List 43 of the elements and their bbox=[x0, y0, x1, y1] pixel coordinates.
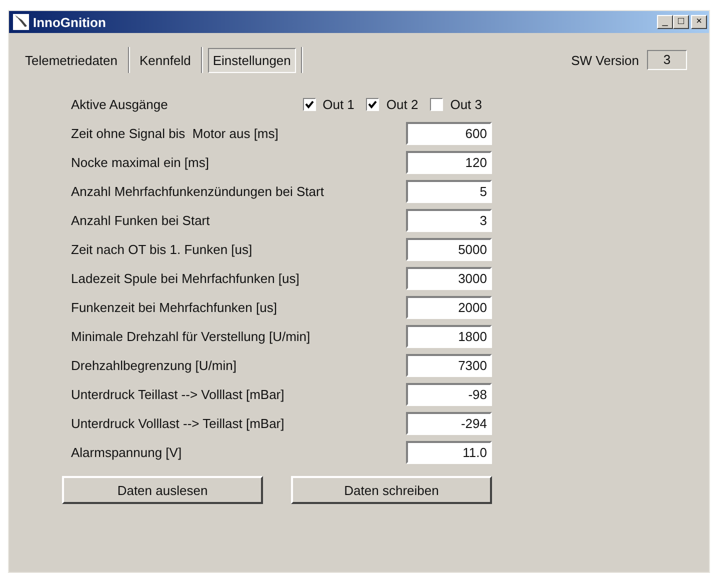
setting-label: Anzahl Funken bei Start bbox=[70, 213, 210, 228]
action-button[interactable]: Daten schreiben bbox=[291, 476, 492, 504]
setting-label: Minimale Drehzahl für Verstellung [U/min] bbox=[70, 329, 310, 344]
setting-label: Drehzahlbegrenzung [U/min] bbox=[70, 358, 236, 373]
input-field[interactable]: 11.0 bbox=[406, 441, 492, 464]
outputs-label: Aktive Ausgänge bbox=[70, 97, 168, 112]
sw-version-value: 3 bbox=[647, 50, 687, 70]
input-field[interactable]: 1800 bbox=[406, 325, 492, 348]
input-field[interactable]: -294 bbox=[406, 412, 492, 435]
checkbox-label: Out 1 bbox=[322, 97, 354, 112]
action-button[interactable]: Daten auslesen bbox=[62, 476, 263, 504]
setting-label: Alarmspannung [V] bbox=[70, 445, 182, 460]
maximize-button[interactable]: □ bbox=[673, 15, 689, 29]
sw-version-label: SW Version bbox=[571, 52, 639, 68]
setting-label: Nocke maximal ein [ms] bbox=[70, 155, 209, 170]
setting-label: Ladezeit Spule bei Mehrfachfunken [us] bbox=[70, 271, 300, 286]
setting-label: Unterdruck Teillast --> Volllast [mBar] bbox=[70, 387, 284, 402]
checkbox-label: Out 2 bbox=[386, 97, 418, 112]
setting-label: Funkenzeit bei Mehrfachfunken [us] bbox=[70, 300, 277, 315]
setting-label: Anzahl Mehrfachfunkenzündungen bei Start bbox=[70, 184, 324, 199]
setting-label: Unterdruck Volllast --> Teillast [mBar] bbox=[70, 416, 284, 431]
input-field[interactable]: 600 bbox=[406, 122, 492, 145]
input-field[interactable]: 5 bbox=[406, 180, 492, 203]
input-field[interactable]: 7300 bbox=[406, 354, 492, 377]
input-field[interactable]: -98 bbox=[406, 383, 492, 406]
input-field[interactable]: 120 bbox=[406, 151, 492, 174]
input-field[interactable]: 3 bbox=[406, 209, 492, 232]
tab[interactable]: Telemetriedaten bbox=[20, 48, 122, 72]
input-field[interactable]: 2000 bbox=[406, 296, 492, 319]
window-title: InnoGnition bbox=[33, 14, 107, 30]
tab[interactable]: Einstellungen bbox=[208, 48, 296, 72]
checkbox[interactable] bbox=[302, 98, 316, 111]
checkbox-label: Out 3 bbox=[450, 97, 482, 112]
input-field[interactable]: 5000 bbox=[406, 238, 492, 261]
minimize-button[interactable]: _ bbox=[657, 15, 673, 29]
setting-label: Zeit nach OT bis 1. Funken [us] bbox=[70, 242, 252, 257]
tab[interactable]: Kennfeld bbox=[134, 48, 196, 72]
close-button[interactable]: × bbox=[691, 15, 707, 29]
input-field[interactable]: 3000 bbox=[406, 267, 492, 290]
checkbox[interactable] bbox=[366, 98, 380, 111]
checkbox[interactable] bbox=[430, 98, 444, 111]
spark-plug-icon bbox=[13, 14, 29, 30]
setting-label: Zeit ohne Signal bis Motor aus [ms] bbox=[70, 126, 278, 141]
